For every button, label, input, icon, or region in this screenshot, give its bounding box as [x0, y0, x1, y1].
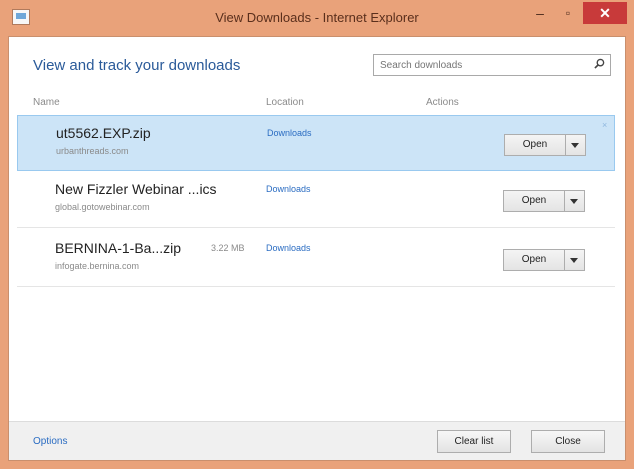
download-row[interactable]: ut5562.EXP.zip urbanthreads.com Download… — [17, 115, 615, 171]
open-button[interactable]: Open — [505, 135, 565, 155]
download-location-link[interactable]: Downloads — [267, 128, 312, 138]
open-split-button: Open — [504, 134, 586, 156]
close-button[interactable]: Close — [531, 430, 605, 453]
open-split-button: Open — [503, 249, 585, 271]
close-window-button[interactable]: ✕ — [583, 2, 627, 24]
download-row[interactable]: BERNINA-1-Ba...zip 3.22 MB infogate.bern… — [17, 231, 615, 287]
download-filename: ut5562.EXP.zip — [56, 125, 151, 141]
open-split-button: Open — [503, 190, 585, 212]
download-source: urbanthreads.com — [56, 146, 129, 156]
title-bar[interactable]: View Downloads - Internet Explorer – ▫ ✕ — [0, 0, 634, 36]
page-title: View and track your downloads — [33, 57, 241, 74]
download-filename: New Fizzler Webinar ...ics — [55, 181, 217, 197]
download-location-link[interactable]: Downloads — [266, 243, 311, 253]
search-box[interactable] — [373, 54, 611, 76]
download-source: infogate.bernina.com — [55, 261, 140, 271]
chevron-down-icon[interactable] — [564, 250, 584, 270]
downloads-window: View Downloads - Internet Explorer – ▫ ✕… — [0, 0, 634, 469]
remove-download-icon[interactable]: × — [602, 120, 607, 130]
download-filename: BERNINA-1-Ba...zip — [55, 240, 182, 256]
clear-list-button[interactable]: Clear list — [437, 430, 511, 453]
options-link[interactable]: Options — [33, 436, 67, 447]
chevron-down-icon[interactable] — [565, 135, 585, 155]
column-headers: Name Location Actions — [9, 95, 625, 111]
chevron-down-icon[interactable] — [564, 191, 584, 211]
download-row[interactable]: New Fizzler Webinar ...ics global.gotowe… — [17, 172, 615, 228]
column-header-name: Name — [33, 97, 60, 108]
downloads-panel: View and track your downloads Name Locat… — [8, 36, 626, 461]
maximize-button[interactable]: ▫ — [555, 2, 581, 24]
column-header-location: Location — [266, 97, 304, 108]
column-header-actions: Actions — [426, 97, 459, 108]
download-size: 3.22 MB — [211, 243, 245, 253]
minimize-button[interactable]: – — [527, 2, 553, 24]
open-button[interactable]: Open — [504, 191, 564, 211]
search-icon[interactable] — [594, 58, 605, 69]
open-button[interactable]: Open — [504, 250, 564, 270]
footer-bar: Options Clear list Close — [9, 421, 625, 460]
search-input[interactable] — [380, 56, 580, 75]
download-source: global.gotowebinar.com — [55, 202, 150, 212]
download-location-link[interactable]: Downloads — [266, 184, 311, 194]
